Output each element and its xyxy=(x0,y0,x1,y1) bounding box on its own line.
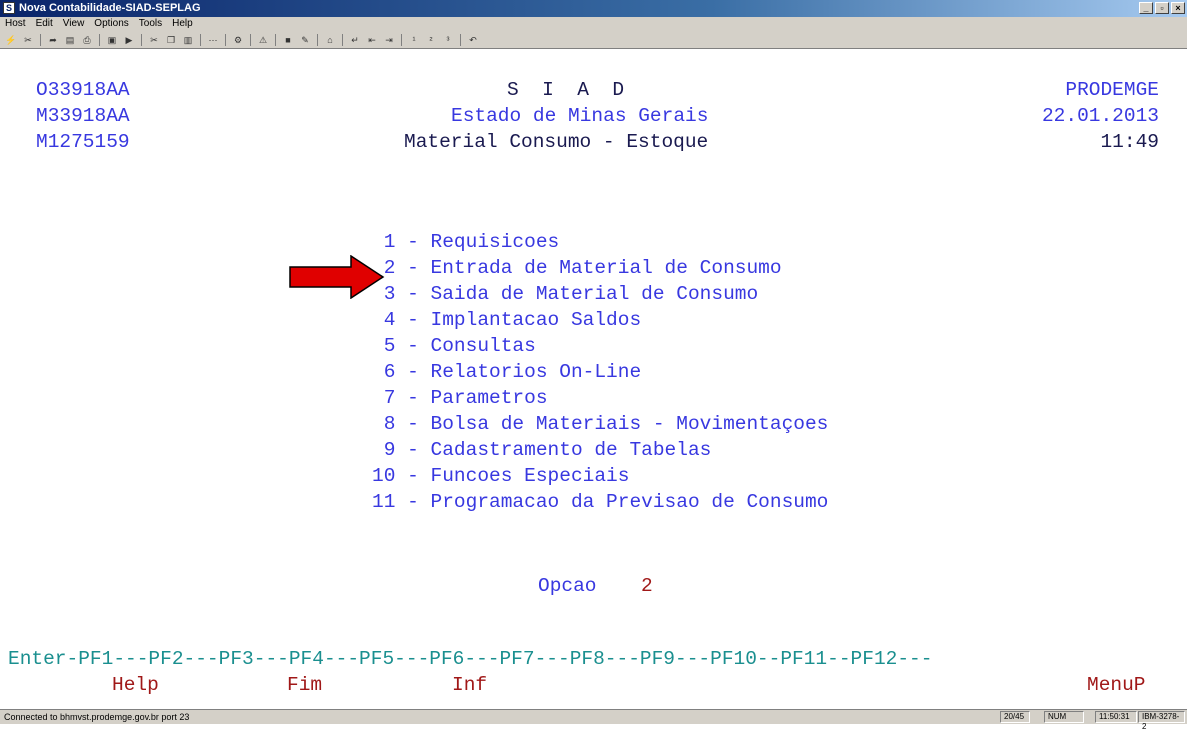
menu-option-8[interactable]: 8 - Bolsa de Materiais - Movimentaçoes xyxy=(372,411,829,437)
menu-option-6[interactable]: 6 - Relatorios On-Line xyxy=(372,359,641,385)
menu-option-1[interactable]: 1 - Requisicoes xyxy=(372,229,560,255)
tab-icon[interactable]: ⇥ xyxy=(382,34,396,46)
app-icon: S xyxy=(3,2,15,14)
backtab-icon[interactable]: ⇤ xyxy=(365,34,379,46)
pf-keys-line: Enter-PF1---PF2---PF3---PF4---PF5---PF6-… xyxy=(8,648,933,670)
toolbar-separator xyxy=(250,33,251,46)
print-icon[interactable]: ⎙ xyxy=(80,34,94,46)
window-title: Nova Contabilidade-SIAD-SEPLAG xyxy=(19,2,201,14)
toolbar-separator xyxy=(99,33,100,46)
toolbar-separator xyxy=(275,33,276,46)
paste-icon[interactable]: ▥ xyxy=(181,34,195,46)
menu-bar: Host Edit View Options Tools Help xyxy=(0,17,1187,31)
header-left-3: M1275159 xyxy=(36,131,130,153)
pf3-label[interactable]: Fim xyxy=(287,672,322,698)
menu-help[interactable]: Help xyxy=(167,17,198,31)
toolbar-separator xyxy=(225,33,226,46)
toolbar-separator xyxy=(401,33,402,46)
menu-option-4[interactable]: 4 - Implantacao Saldos xyxy=(372,307,641,333)
toolbar-separator xyxy=(342,33,343,46)
toolbar: ⚡ ✂ ➦ ▤ ⎙ ▣ ▶ ✂ ❐ ▥ ⋯ ⚙ ⚠ ■ ✎ ⌂ ↵ ⇤ ⇥ ¹ … xyxy=(0,31,1187,49)
cursor-position: 20/45 xyxy=(1000,711,1030,723)
menu-edit[interactable]: Edit xyxy=(31,17,58,31)
terminal-type: IBM-3278-2 xyxy=(1138,711,1185,731)
menu-host[interactable]: Host xyxy=(0,17,31,31)
pf12-label[interactable]: MenuP xyxy=(1087,672,1146,698)
menu-option-5[interactable]: 5 - Consultas xyxy=(372,333,536,359)
menu-view[interactable]: View xyxy=(58,17,90,31)
num-lock-indicator: NUM xyxy=(1044,711,1084,723)
home-icon[interactable]: ⌂ xyxy=(323,34,337,46)
disconnect-icon[interactable]: ✂ xyxy=(21,34,35,46)
copy-icon[interactable]: ❐ xyxy=(164,34,178,46)
send-file-icon[interactable]: ➦ xyxy=(46,34,60,46)
header-left-2: M33918AA xyxy=(36,105,130,127)
system-title: S I A D xyxy=(507,79,625,101)
header-date: 22.01.2013 xyxy=(1041,105,1159,127)
pen-icon[interactable]: ✎ xyxy=(298,34,312,46)
header-right-1: PRODEMGE xyxy=(1065,79,1159,101)
toolbar-separator xyxy=(460,33,461,46)
toolbar-separator xyxy=(317,33,318,46)
more-icon[interactable]: ⋯ xyxy=(206,34,220,46)
red-arrow-icon xyxy=(289,255,385,299)
settings-icon[interactable]: ⚙ xyxy=(231,34,245,46)
menu-option-11[interactable]: 11 - Programacao da Previsao de Consumo xyxy=(372,489,828,515)
menu-option-2[interactable]: 2 - Entrada de Material de Consumo xyxy=(372,255,782,281)
connect-icon[interactable]: ⚡ xyxy=(4,34,18,46)
header-time: 11:49 xyxy=(1100,131,1159,153)
pf5-label[interactable]: Inf xyxy=(452,672,487,698)
menu-option-10[interactable]: 10 - Funcoes Especiais xyxy=(372,463,629,489)
clock: 11:50:31 xyxy=(1095,711,1137,723)
pf1-label[interactable]: Help xyxy=(112,672,159,698)
enter-icon[interactable]: ↵ xyxy=(348,34,362,46)
minimize-button[interactable]: _ xyxy=(1139,2,1153,14)
pa1-icon[interactable]: ¹ xyxy=(407,34,421,46)
menu-option-9[interactable]: 9 - Cadastramento de Tabelas xyxy=(372,437,712,463)
status-bar: Connected to bhmvst.prodemge.gov.br port… xyxy=(0,709,1187,731)
option-input[interactable]: 2 xyxy=(641,573,653,599)
screen-icon[interactable]: ■ xyxy=(281,34,295,46)
window-controls: _ ▫ × xyxy=(1139,2,1185,14)
screen-title: Material Consumo - Estoque xyxy=(404,131,709,153)
undo-icon[interactable]: ↶ xyxy=(466,34,480,46)
header-left-1: O33918AA xyxy=(36,79,130,101)
cut-icon[interactable]: ✂ xyxy=(147,34,161,46)
terminal-screen[interactable]: O33918AA M33918AA M1275159 S I A D Estad… xyxy=(0,49,1187,709)
record-icon[interactable]: ▣ xyxy=(105,34,119,46)
toolbar-separator xyxy=(141,33,142,46)
menu-option-7[interactable]: 7 - Parametros xyxy=(372,385,548,411)
option-label: Opcao xyxy=(538,575,597,597)
play-icon[interactable]: ▶ xyxy=(122,34,136,46)
title-bar: S Nova Contabilidade-SIAD-SEPLAG _ ▫ × xyxy=(0,0,1187,17)
connection-status: Connected to bhmvst.prodemge.gov.br port… xyxy=(4,712,190,722)
menu-tools[interactable]: Tools xyxy=(134,17,167,31)
warning-icon[interactable]: ⚠ xyxy=(256,34,270,46)
toolbar-separator xyxy=(40,33,41,46)
toolbar-separator xyxy=(200,33,201,46)
pa2-icon[interactable]: ² xyxy=(424,34,438,46)
menu-options[interactable]: Options xyxy=(89,17,133,31)
pa3-icon[interactable]: ³ xyxy=(441,34,455,46)
receive-file-icon[interactable]: ▤ xyxy=(63,34,77,46)
state-title: Estado de Minas Gerais xyxy=(451,105,709,127)
menu-option-3[interactable]: 3 - Saida de Material de Consumo xyxy=(372,281,758,307)
close-button[interactable]: × xyxy=(1171,2,1185,14)
maximize-button[interactable]: ▫ xyxy=(1155,2,1169,14)
